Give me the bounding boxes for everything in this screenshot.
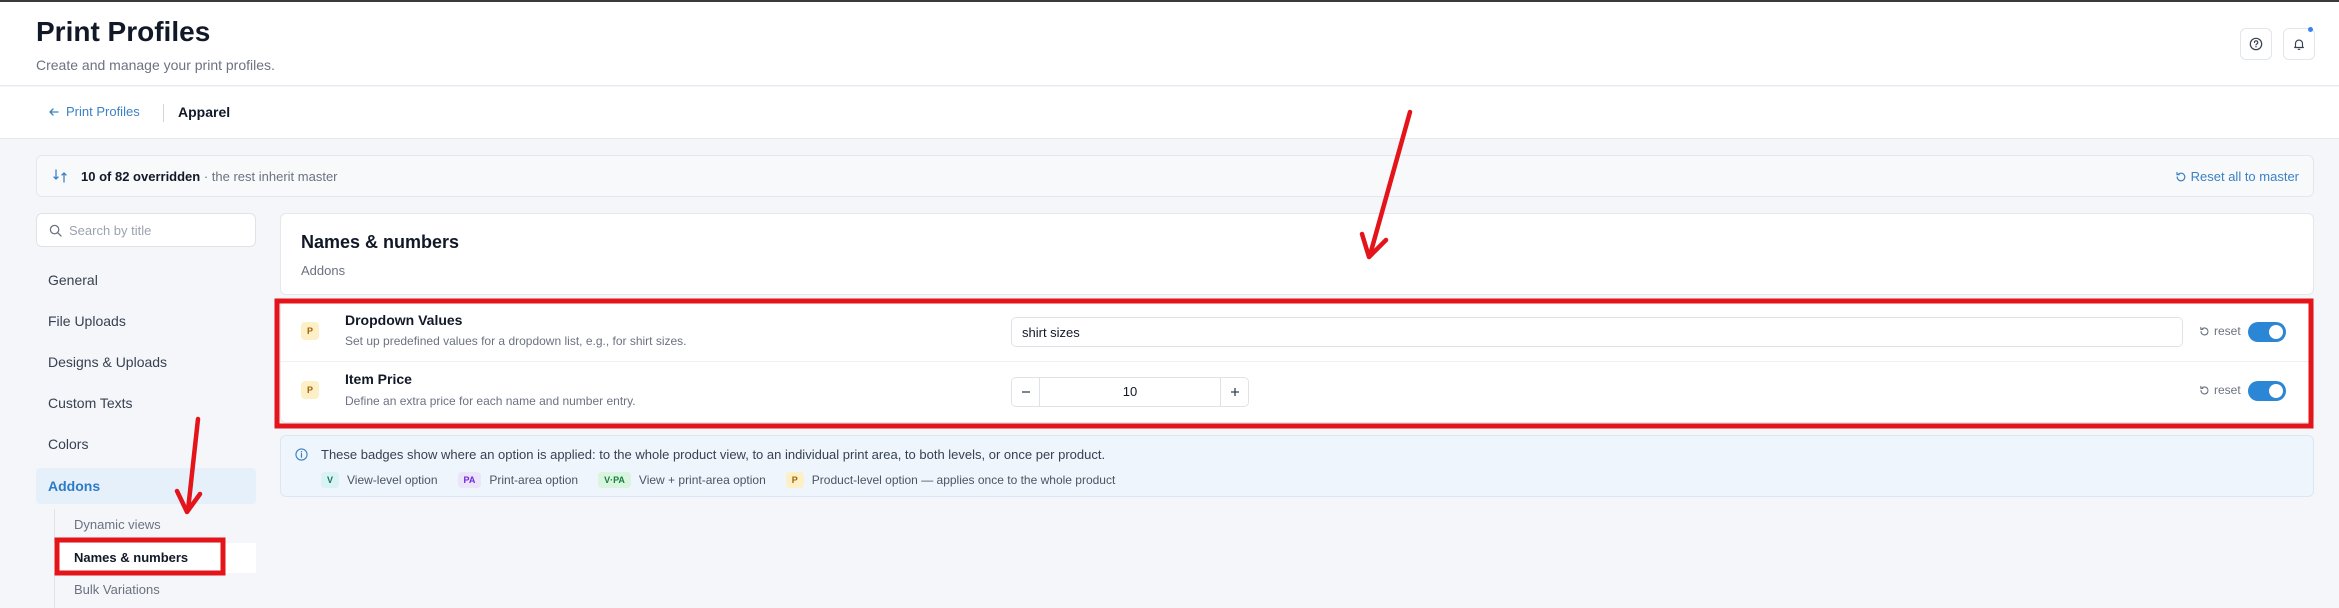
search-box — [36, 213, 256, 247]
product-level-badge: P — [301, 322, 319, 340]
reset-all-label: Reset all to master — [2190, 169, 2299, 184]
toggle-knob — [2269, 325, 2283, 339]
sidebar-item-addons[interactable]: Addons — [36, 468, 256, 504]
dropdown-values-toggle[interactable] — [2248, 322, 2286, 342]
sidebar-subitem-names-numbers[interactable]: Names & numbers — [54, 543, 256, 573]
page-subtitle: Create and manage your print profiles. — [36, 57, 275, 73]
breadcrumb: Print Profiles Apparel — [0, 87, 2339, 139]
override-summary: 10 of 82 overridden · the rest inherit m… — [36, 155, 2314, 197]
plus-icon — [1230, 388, 1239, 396]
reset-all-button[interactable]: Reset all to master — [2175, 169, 2299, 184]
override-total: of 82 overridden — [99, 169, 201, 184]
item-price-value[interactable]: 10 — [1040, 378, 1220, 406]
option-description: Set up predefined values for a dropdown … — [345, 334, 687, 348]
increment-button[interactable] — [1220, 378, 1248, 406]
override-note: · the rest inherit master — [200, 169, 338, 184]
option-title: Item Price — [345, 371, 412, 387]
swap-arrows-icon — [53, 169, 67, 183]
sidebar-item-file-uploads[interactable]: File Uploads — [36, 303, 256, 339]
sidebar: General File Uploads Designs & Uploads C… — [36, 213, 256, 608]
sidebar-item-custom-texts[interactable]: Custom Texts — [36, 385, 256, 421]
reset-label: reset — [2214, 324, 2241, 338]
legend-badge-view: V — [321, 472, 340, 488]
reset-option-button[interactable]: reset — [2199, 324, 2241, 338]
sidebar-item-designs-uploads[interactable]: Designs & Uploads — [36, 344, 256, 380]
reset-option-button[interactable]: reset — [2199, 383, 2241, 397]
product-level-badge: P — [301, 381, 319, 399]
dropdown-values-input[interactable] — [1011, 317, 2183, 347]
breadcrumb-back-label: Print Profiles — [66, 104, 140, 119]
legend-badge-print-area: PA — [457, 472, 482, 488]
help-button[interactable] — [2240, 28, 2272, 60]
legend-label-view-print-area: View + print-area option — [638, 473, 766, 487]
option-row-dropdown-values: P Dropdown Values Set up predefined valu… — [281, 302, 2315, 362]
sidebar-subitem-bulk-variations[interactable]: Bulk Variations — [54, 575, 256, 605]
legend-label-view: View-level option — [347, 473, 438, 487]
search-icon — [49, 224, 62, 237]
option-description: Define an extra price for each name and … — [345, 394, 636, 408]
breadcrumb-back-link[interactable]: Print Profiles — [48, 104, 140, 119]
help-icon — [2249, 37, 2263, 51]
options-list: P Dropdown Values Set up predefined valu… — [280, 301, 2315, 423]
search-input[interactable] — [69, 214, 249, 246]
minus-icon — [1021, 391, 1030, 393]
option-title: Dropdown Values — [345, 312, 463, 328]
item-price-toggle[interactable] — [2248, 381, 2286, 401]
reset-icon — [2200, 326, 2209, 335]
decrement-button[interactable] — [1012, 378, 1040, 406]
sidebar-subitem-dynamic-views[interactable]: Dynamic views — [54, 510, 256, 540]
info-icon — [295, 448, 308, 461]
legend-badge-view-print-area: V·PA — [598, 472, 631, 488]
sidebar-item-general[interactable]: General — [36, 262, 256, 298]
reset-label: reset — [2214, 383, 2241, 397]
bell-icon — [2294, 39, 2304, 51]
sidebar-item-colors[interactable]: Colors — [36, 426, 256, 462]
option-row-item-price: P Item Price Define an extra price for e… — [281, 362, 2315, 422]
breadcrumb-divider — [163, 104, 164, 122]
override-count-text: 10 of 82 overridden · the rest inherit m… — [81, 169, 338, 184]
section-title: Names & numbers — [301, 232, 460, 252]
arrow-left-icon — [49, 107, 59, 116]
badge-info-text: These badges show where an option is app… — [321, 447, 1106, 462]
legend-label-print-area: Print-area option — [489, 473, 579, 487]
badge-info-panel: These badges show where an option is app… — [280, 435, 2314, 497]
legend-badge-product: P — [785, 472, 804, 488]
item-price-stepper: 10 — [1011, 377, 1249, 407]
notification-dot — [2308, 27, 2313, 32]
override-count: 10 — [81, 169, 96, 184]
toggle-knob — [2269, 384, 2283, 398]
section-subtitle: Addons — [301, 263, 346, 278]
page-title: Print Profiles — [36, 16, 211, 47]
notifications-button[interactable] — [2283, 27, 2315, 60]
legend-label-product: Product-level option — applies once to t… — [811, 473, 1116, 487]
page-header: Print Profiles Create and manage your pr… — [0, 0, 2339, 86]
section-header-card: Names & numbers Addons — [280, 213, 2314, 295]
breadcrumb-current: Apparel — [178, 104, 231, 120]
reset-icon — [2176, 171, 2185, 181]
badge-legend: V View-level option PA Print-area option… — [321, 472, 1135, 488]
reset-icon — [2200, 385, 2209, 394]
